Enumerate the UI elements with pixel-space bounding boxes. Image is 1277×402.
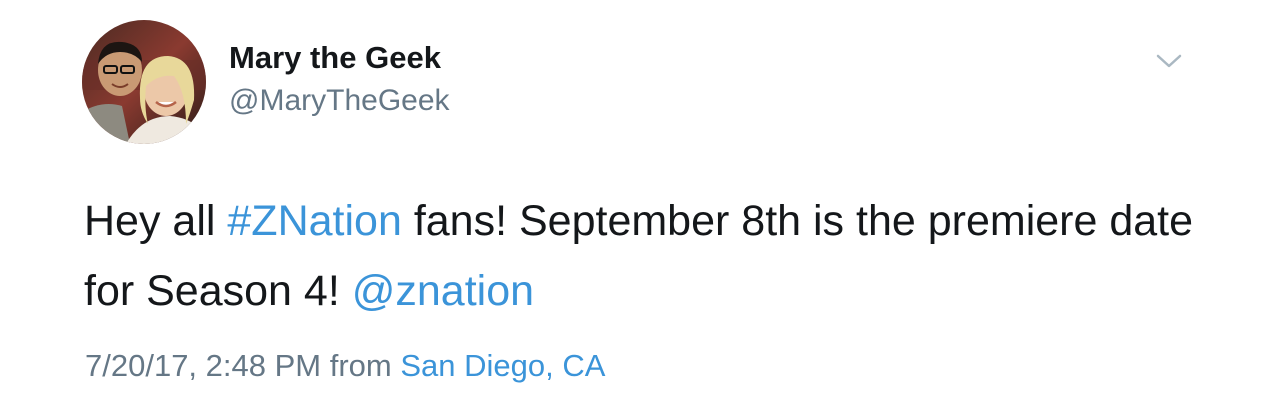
timestamp[interactable]: 7/20/17, 2:48 PM: [85, 348, 321, 383]
user-handle[interactable]: @MaryTheGeek: [229, 81, 450, 121]
display-name[interactable]: Mary the Geek: [229, 38, 441, 78]
tweet-text: Hey all #ZNation fans! September 8th is …: [84, 186, 1214, 326]
chevron-down-icon[interactable]: [1152, 48, 1186, 74]
tweet-metadata: 7/20/17, 2:48 PM from San Diego, CA: [85, 344, 605, 388]
from-label: from: [321, 348, 401, 383]
mention-link[interactable]: @znation: [352, 267, 534, 315]
location-link[interactable]: San Diego, CA: [400, 348, 605, 383]
avatar-image: [82, 20, 206, 144]
tweet-text-segment: Hey all: [84, 197, 228, 245]
avatar[interactable]: [82, 20, 206, 144]
tweet-card: Mary the Geek @MaryTheGeek Hey all #ZNat…: [0, 0, 1277, 402]
hashtag-link[interactable]: #ZNation: [227, 197, 401, 245]
